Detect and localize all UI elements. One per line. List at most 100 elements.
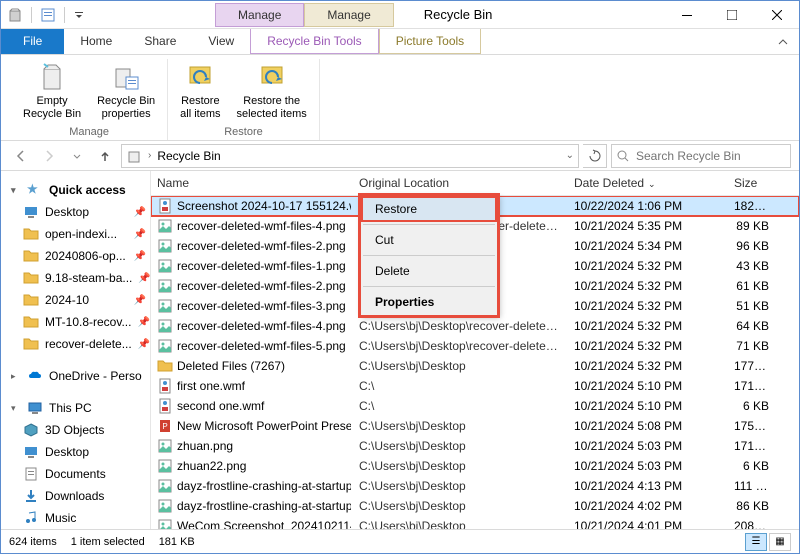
up-button[interactable] <box>93 144 117 168</box>
minimize-button[interactable] <box>664 1 709 29</box>
png-icon <box>157 518 173 529</box>
png-icon <box>157 338 173 354</box>
nav-item[interactable]: 3D Objects <box>1 419 150 441</box>
empty-recycle-bin-button[interactable]: Empty Recycle Bin <box>21 59 83 123</box>
file-row[interactable]: WeCom Screenshot_20241021148...C:\Users\… <box>151 516 799 529</box>
recent-locations-button[interactable] <box>65 144 89 168</box>
qat-dropdown-icon[interactable] <box>73 9 85 21</box>
recycle-bin-icon <box>126 148 142 164</box>
sort-desc-icon: ⌄ <box>648 179 656 189</box>
qat-properties-icon[interactable] <box>40 7 56 23</box>
pin-icon: 📌 <box>134 251 146 262</box>
context-menu-delete[interactable]: Delete <box>361 258 497 284</box>
folder-icon <box>157 358 173 374</box>
column-name[interactable]: Name <box>151 171 351 195</box>
nav-item[interactable]: Desktop <box>1 441 150 463</box>
nav-item[interactable]: MT-10.8-recov...📌 <box>1 311 150 333</box>
context-menu-properties[interactable]: Properties <box>361 289 497 315</box>
tab-file[interactable]: File <box>1 29 64 54</box>
file-row[interactable]: zhuan.pngC:\Users\bj\Desktop10/21/2024 5… <box>151 436 799 456</box>
forward-button[interactable] <box>37 144 61 168</box>
tab-home[interactable]: Home <box>64 29 128 54</box>
column-original-location[interactable]: Original Location <box>351 171 566 195</box>
status-item-count: 624 items <box>9 536 57 548</box>
folder-icon <box>23 314 39 330</box>
tab-view[interactable]: View <box>192 29 250 54</box>
restore-selected-icon <box>256 61 288 93</box>
file-row[interactable]: PNew Microsoft PowerPoint Present...C:\U… <box>151 416 799 436</box>
folder-icon <box>23 248 39 264</box>
view-thumbnails-button[interactable]: ▦ <box>769 533 791 551</box>
maximize-button[interactable] <box>709 1 754 29</box>
file-row[interactable]: dayz-frostline-crashing-at-startup-...C:… <box>151 496 799 516</box>
nav-onedrive[interactable]: ▸ OneDrive - Perso <box>1 365 150 387</box>
file-row[interactable]: recover-deleted-wmf-files-4.pngC:\Users\… <box>151 316 799 336</box>
star-icon: ★ <box>27 182 43 198</box>
view-details-button[interactable]: ☰ <box>745 533 767 551</box>
file-row[interactable]: second one.wmfC:\10/21/2024 5:10 PM6 KB <box>151 396 799 416</box>
bin-props-icon <box>110 61 142 93</box>
folder-icon <box>23 336 39 352</box>
context-menu-cut[interactable]: Cut <box>361 227 497 253</box>
context-menu-restore[interactable]: Restore <box>361 196 497 222</box>
context-tab-manage-picture: Manage <box>304 3 393 27</box>
downloads-icon <box>23 488 39 504</box>
png-icon <box>157 438 173 454</box>
recycle-bin-properties-button[interactable]: Recycle Bin properties <box>95 59 157 123</box>
ribbon: Empty Recycle Bin Recycle Bin properties… <box>1 55 799 141</box>
back-button[interactable] <box>9 144 33 168</box>
nav-item[interactable]: recover-delete...📌 <box>1 333 150 355</box>
png-icon <box>157 318 173 334</box>
navigation-pane: ▾ ★ Quick access Desktop📌open-indexi...📌… <box>1 171 151 529</box>
close-button[interactable] <box>754 1 799 29</box>
png-icon <box>157 238 173 254</box>
address-dropdown-icon[interactable]: ⌄ <box>566 150 574 161</box>
nav-item[interactable]: Music <box>1 507 150 529</box>
3d-icon <box>23 422 39 438</box>
refresh-button[interactable] <box>583 144 607 168</box>
status-bar: 624 items 1 item selected 181 KB ☰ ▦ <box>1 529 799 553</box>
desktop-icon <box>23 204 39 220</box>
nav-this-pc[interactable]: ▾ This PC <box>1 397 150 419</box>
pin-icon: 📌 <box>134 295 146 306</box>
folder-icon <box>23 270 39 286</box>
column-size[interactable]: Size <box>726 171 799 195</box>
file-row[interactable]: first one.wmfC:\10/21/2024 5:10 PM171 KB <box>151 376 799 396</box>
restore-all-button[interactable]: Restore all items <box>178 59 222 123</box>
tab-picture-tools[interactable]: Picture Tools <box>379 29 481 54</box>
search-box[interactable] <box>611 144 791 168</box>
png-icon <box>157 458 173 474</box>
column-date-deleted[interactable]: Date Deleted⌄ <box>566 171 726 195</box>
address-box[interactable]: › Recycle Bin ⌄ <box>121 144 579 168</box>
nav-item[interactable]: 9.18-steam-ba...📌 <box>1 267 150 289</box>
nav-item[interactable]: open-indexi...📌 <box>1 223 150 245</box>
nav-item[interactable]: 20240806-op...📌 <box>1 245 150 267</box>
nav-item[interactable]: Downloads <box>1 485 150 507</box>
status-selection-size: 181 KB <box>159 536 195 548</box>
file-row[interactable]: dayz-frostline-crashing-at-startup-...C:… <box>151 476 799 496</box>
nav-quick-access[interactable]: ▾ ★ Quick access <box>1 179 150 201</box>
music-icon <box>23 510 39 526</box>
folder-icon <box>23 292 39 308</box>
svg-text:P: P <box>162 422 167 431</box>
nav-item[interactable]: 2024-10📌 <box>1 289 150 311</box>
tab-recycle-bin-tools[interactable]: Recycle Bin Tools <box>250 29 379 54</box>
search-input[interactable] <box>630 149 790 163</box>
breadcrumb[interactable]: Recycle Bin <box>157 149 220 163</box>
tab-share[interactable]: Share <box>128 29 192 54</box>
png-icon <box>157 478 173 494</box>
wmf-icon <box>157 198 173 214</box>
status-selection-count: 1 item selected <box>71 536 145 548</box>
nav-item[interactable]: Desktop📌 <box>1 201 150 223</box>
title-bar: Manage Manage Recycle Bin <box>1 1 799 29</box>
file-row[interactable]: recover-deleted-wmf-files-5.pngC:\Users\… <box>151 336 799 356</box>
png-icon <box>157 298 173 314</box>
empty-bin-icon <box>36 61 68 93</box>
nav-item[interactable]: Documents <box>1 463 150 485</box>
file-row[interactable]: zhuan22.pngC:\Users\bj\Desktop10/21/2024… <box>151 456 799 476</box>
address-bar: › Recycle Bin ⌄ <box>1 141 799 171</box>
ribbon-collapse-icon[interactable] <box>777 29 799 54</box>
file-row[interactable]: Deleted Files (7267)C:\Users\bj\Desktop1… <box>151 356 799 376</box>
column-headers: Name Original Location Date Deleted⌄ Siz… <box>151 171 799 196</box>
restore-selected-button[interactable]: Restore the selected items <box>235 59 309 123</box>
